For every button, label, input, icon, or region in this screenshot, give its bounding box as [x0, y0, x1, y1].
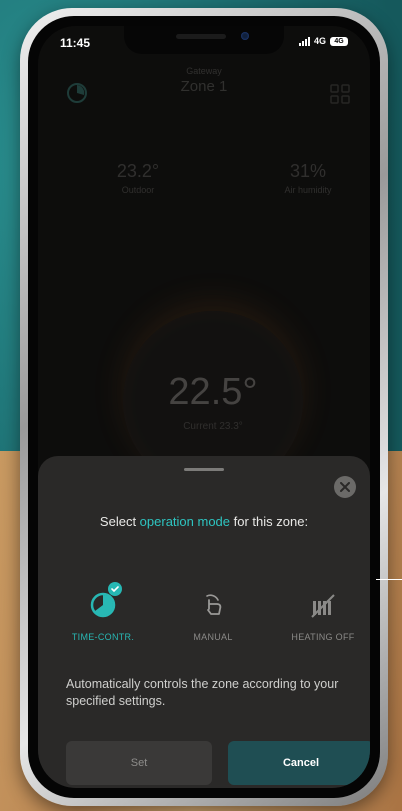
network-type: 4G — [313, 36, 326, 46]
mode-label: MANUAL — [193, 632, 233, 642]
hand-tap-icon — [206, 594, 222, 615]
status-bar: 11:45 4G 4G — [38, 36, 370, 56]
status-time: 11:45 — [60, 36, 91, 50]
mode-label: HEATING OFF — [291, 632, 355, 642]
mode-label: TIME-CONTR. — [71, 632, 135, 642]
title-accent: operation mode — [139, 514, 231, 529]
cancel-button[interactable]: Cancel — [228, 741, 370, 785]
selected-check-icon — [108, 582, 122, 596]
set-button[interactable]: Set — [66, 741, 212, 785]
sheet-drag-handle[interactable] — [184, 468, 224, 471]
title-suffix: for this zone: — [230, 514, 309, 529]
phone-bezel: 11:45 4G 4G Gateway Zone 1 23.2° Outdoor… — [28, 16, 380, 798]
sheet-title: Select operation mode for this zone: — [38, 514, 370, 529]
battery-icon: 4G — [330, 36, 348, 46]
phone-screen: 11:45 4G 4G Gateway Zone 1 23.2° Outdoor… — [38, 26, 370, 788]
mode-time-control[interactable]: TIME-CONTR. — [48, 578, 158, 642]
heating-off-icon — [311, 594, 335, 618]
mode-description: Automatically controls the zone accordin… — [66, 677, 339, 708]
operation-mode-sheet: Select operation mode for this zone: TIM… — [38, 456, 370, 788]
close-button[interactable] — [334, 476, 356, 498]
signal-icon — [298, 36, 310, 46]
title-prefix: Select — [99, 514, 140, 529]
mode-options: TIME-CONTR. MANUAL HEATING OFF — [38, 578, 370, 648]
phone-frame: 11:45 4G 4G Gateway Zone 1 23.2° Outdoor… — [20, 8, 388, 806]
status-indicators: 4G 4G — [298, 36, 348, 46]
callout-line — [376, 579, 402, 580]
mode-manual[interactable]: MANUAL — [158, 578, 268, 642]
close-icon — [340, 482, 350, 492]
mode-heating-off[interactable]: HEATING OFF — [268, 578, 370, 642]
